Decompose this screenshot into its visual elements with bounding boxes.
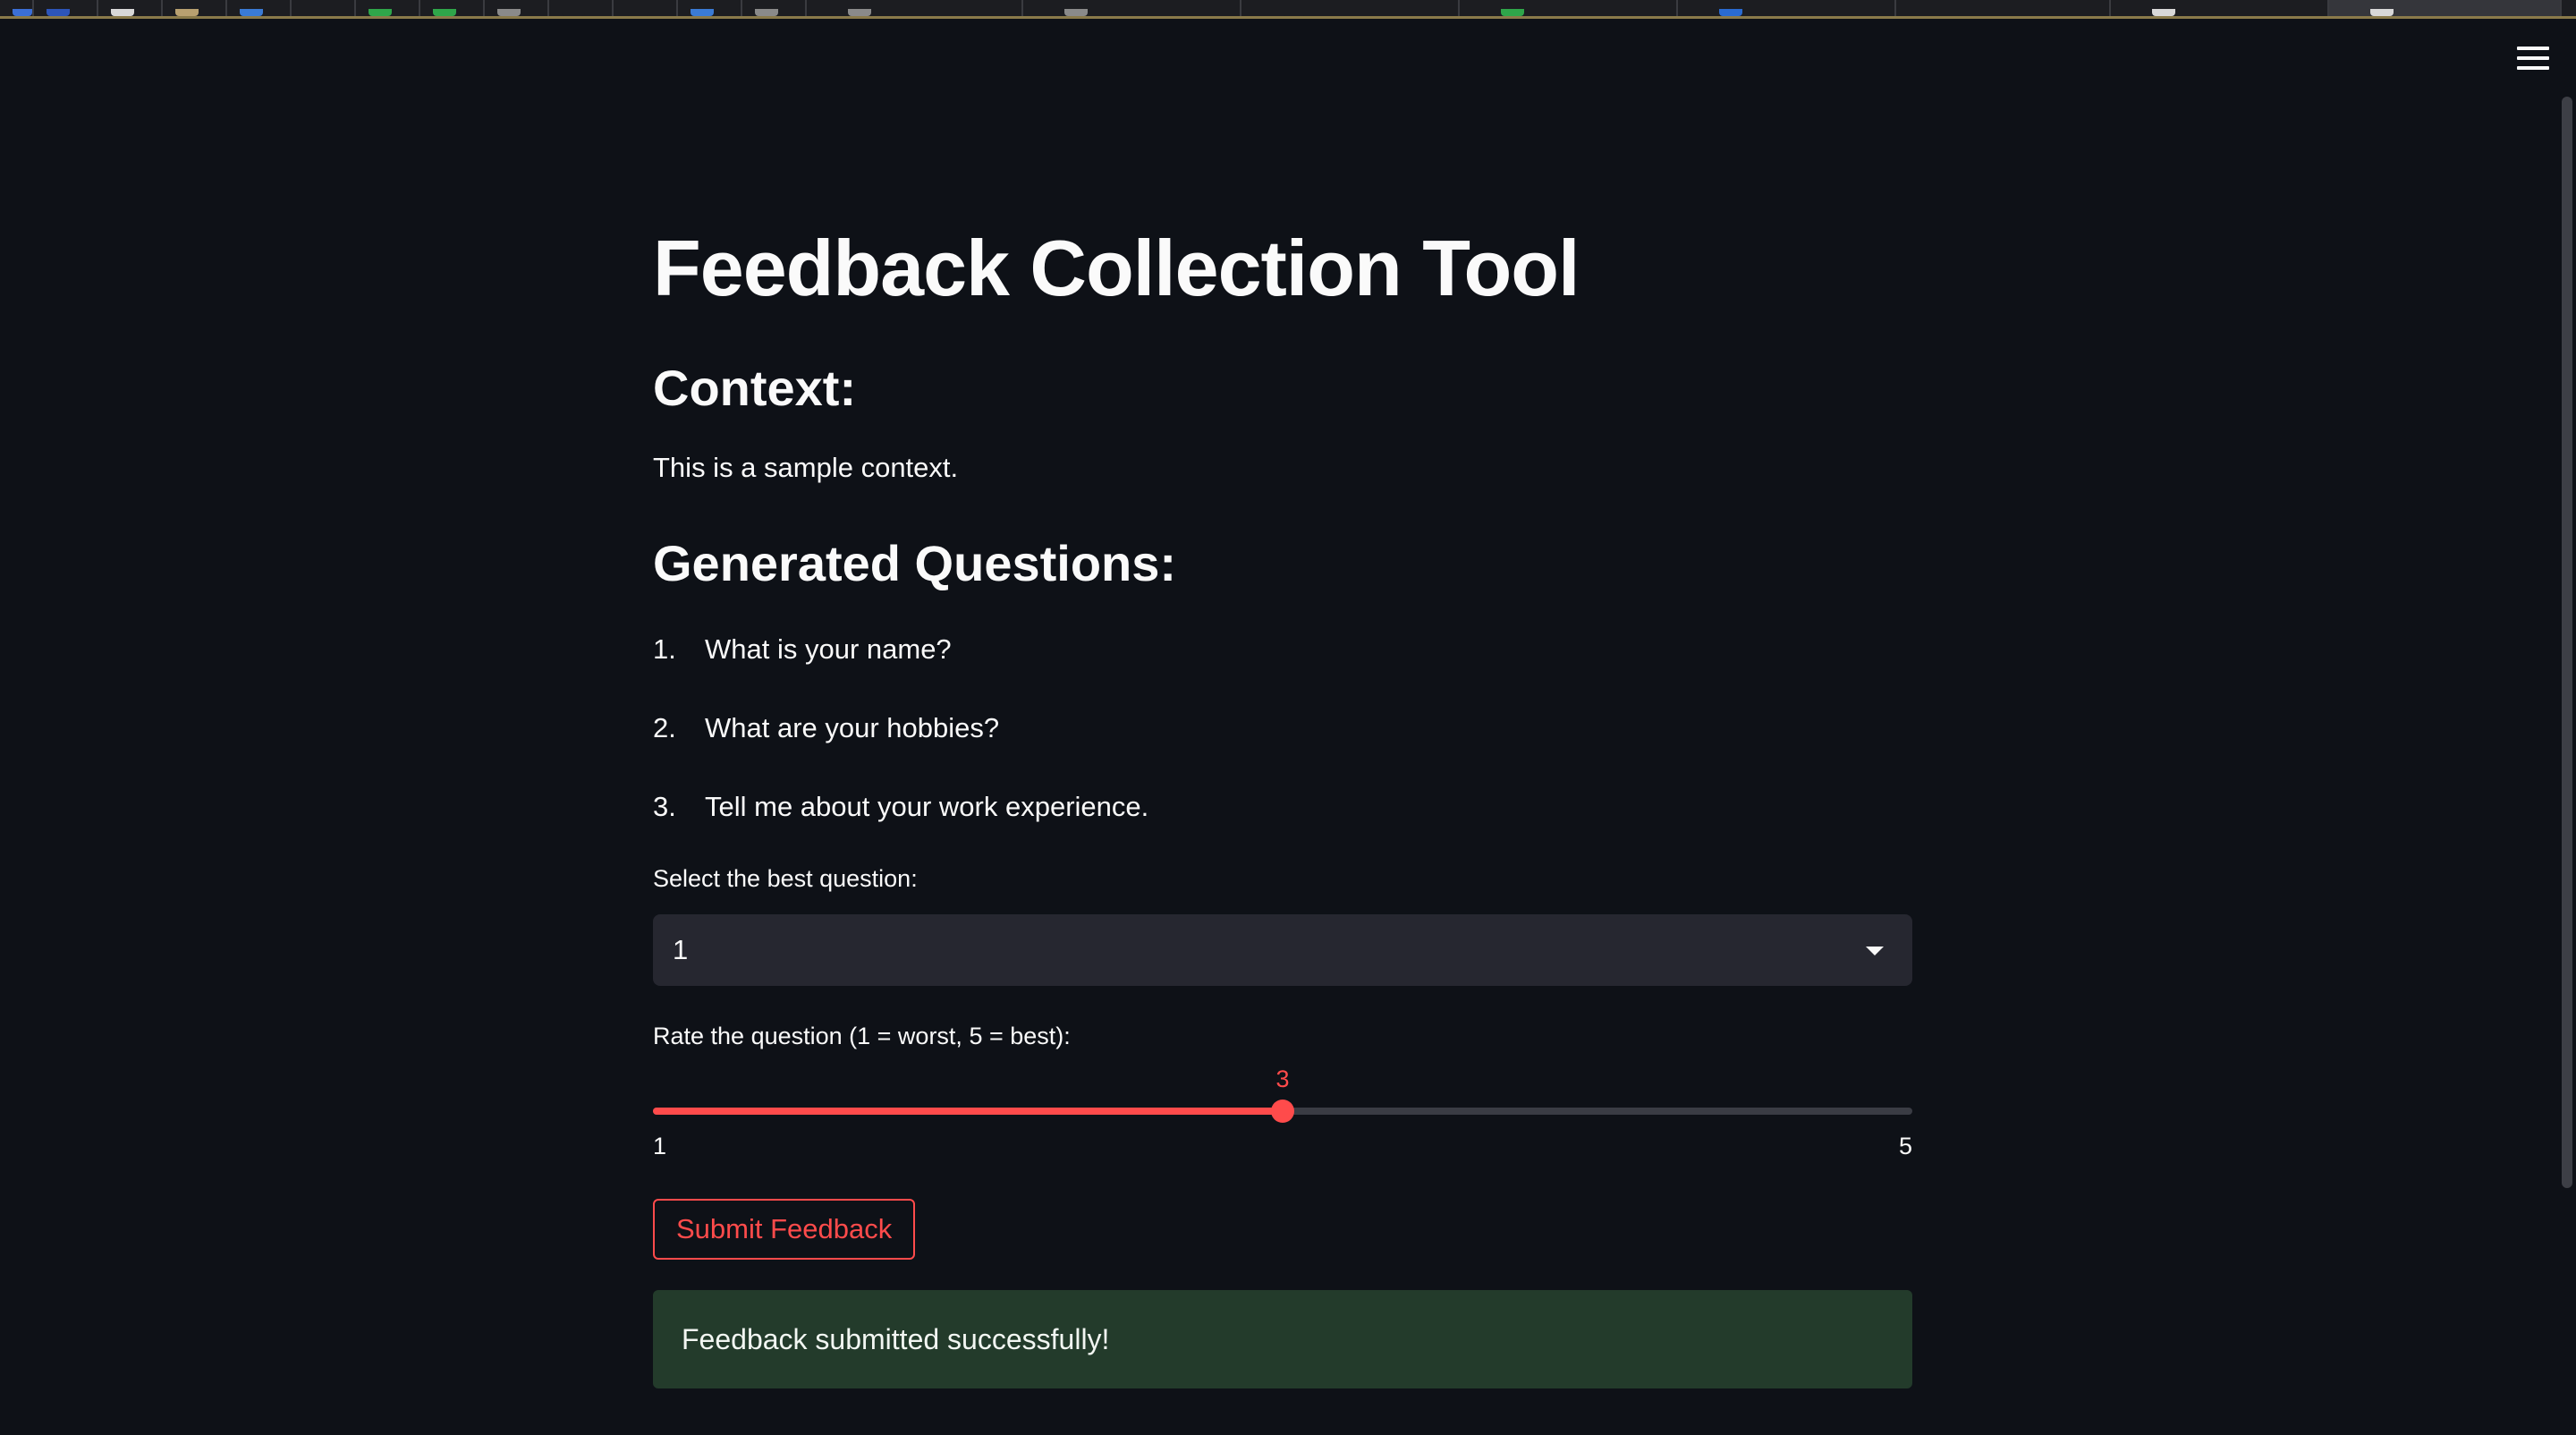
tab-favicon-icon [755,9,778,16]
menu-bar [2517,56,2549,60]
browser-tab[interactable] [1241,0,1460,16]
questions-heading: Generated Questions: [653,535,1177,591]
chevron-down-icon[interactable] [1866,947,1884,955]
tab-favicon-icon [2152,9,2175,16]
rate-question-label: Rate the question (1 = worst, 5 = best): [653,1023,1071,1049]
page-title: Feedback Collection Tool [653,224,1580,312]
slider-fill [653,1108,1283,1115]
browser-tab[interactable] [485,0,549,16]
tab-favicon-icon [2370,9,2394,16]
browser-tab[interactable] [292,0,356,16]
browser-tab[interactable] [420,0,485,16]
tab-favicon-icon [1283,9,1306,16]
menu-bar [2517,47,2549,50]
browser-tab[interactable] [678,0,742,16]
success-message: Feedback submitted successfully! [682,1323,1110,1355]
tab-favicon-icon [848,9,871,16]
tab-favicon-icon [47,9,70,16]
tab-favicon-icon [304,9,327,16]
tab-favicon-icon [497,9,521,16]
tab-favicon-icon [562,9,585,16]
tab-favicon-icon [175,9,199,16]
question-item: 2. What are your hobbies? [653,707,1148,785]
slider-thumb[interactable] [1271,1100,1294,1123]
slider-max-label: 5 [1898,1133,1912,1159]
browser-tab[interactable] [163,0,227,16]
tab-favicon-icon [1064,9,1088,16]
question-number: 1. [653,633,676,665]
tab-favicon-icon [1719,9,1742,16]
questions-list: 1. What is your name? 2. What are your h… [653,628,1148,864]
browser-tab[interactable] [0,0,34,16]
browser-tab[interactable] [227,0,292,16]
context-text: This is a sample context. [653,452,959,483]
browser-tab[interactable] [1678,0,1896,16]
tab-favicon-icon [369,9,392,16]
browser-tab[interactable] [614,0,678,16]
browser-tab[interactable] [2111,0,2329,16]
browser-tab[interactable] [34,0,98,16]
question-item: 1. What is your name? [653,628,1148,707]
tab-favicon-icon [111,9,134,16]
tab-favicon-icon [1937,9,1961,16]
context-heading: Context: [653,360,857,416]
question-item: 3. Tell me about your work experience. [653,785,1148,864]
question-text: What is your name? [705,633,952,665]
slider-min-label: 1 [653,1133,667,1159]
page-scrollbar[interactable] [2562,97,2572,1188]
question-number: 3. [653,791,676,822]
browser-tab[interactable] [742,0,807,16]
tab-favicon-icon [626,9,649,16]
select-value: 1 [673,934,689,965]
question-text: Tell me about your work experience. [705,791,1149,822]
menu-bar [2517,66,2549,70]
question-text: What are your hobbies? [705,712,1000,743]
browser-tab[interactable] [807,0,1023,16]
hamburger-menu-icon[interactable] [2517,47,2549,70]
tab-favicon-icon [13,9,32,16]
select-question-label: Select the best question: [653,865,918,892]
tab-favicon-icon [240,9,263,16]
browser-tab[interactable] [1023,0,1241,16]
slider-value-text: 3 [1275,1066,1290,1092]
best-question-select[interactable]: 1 [653,914,1912,986]
tab-favicon-icon [433,9,456,16]
tab-favicon-icon [1501,9,1524,16]
browser-tab[interactable] [356,0,420,16]
browser-tab[interactable] [1896,0,2111,16]
browser-tab[interactable] [549,0,614,16]
question-number: 2. [653,712,676,743]
browser-tab-active[interactable] [2329,0,2562,16]
success-alert: Feedback submitted successfully! [653,1290,1912,1388]
browser-tab[interactable] [1460,0,1678,16]
submit-feedback-button[interactable]: Submit Feedback [653,1199,916,1260]
tab-favicon-icon [691,9,714,16]
rating-slider[interactable]: 3 1 5 [653,1056,1912,1163]
browser-tab[interactable] [98,0,163,16]
browser-tab-strip [0,0,2576,19]
